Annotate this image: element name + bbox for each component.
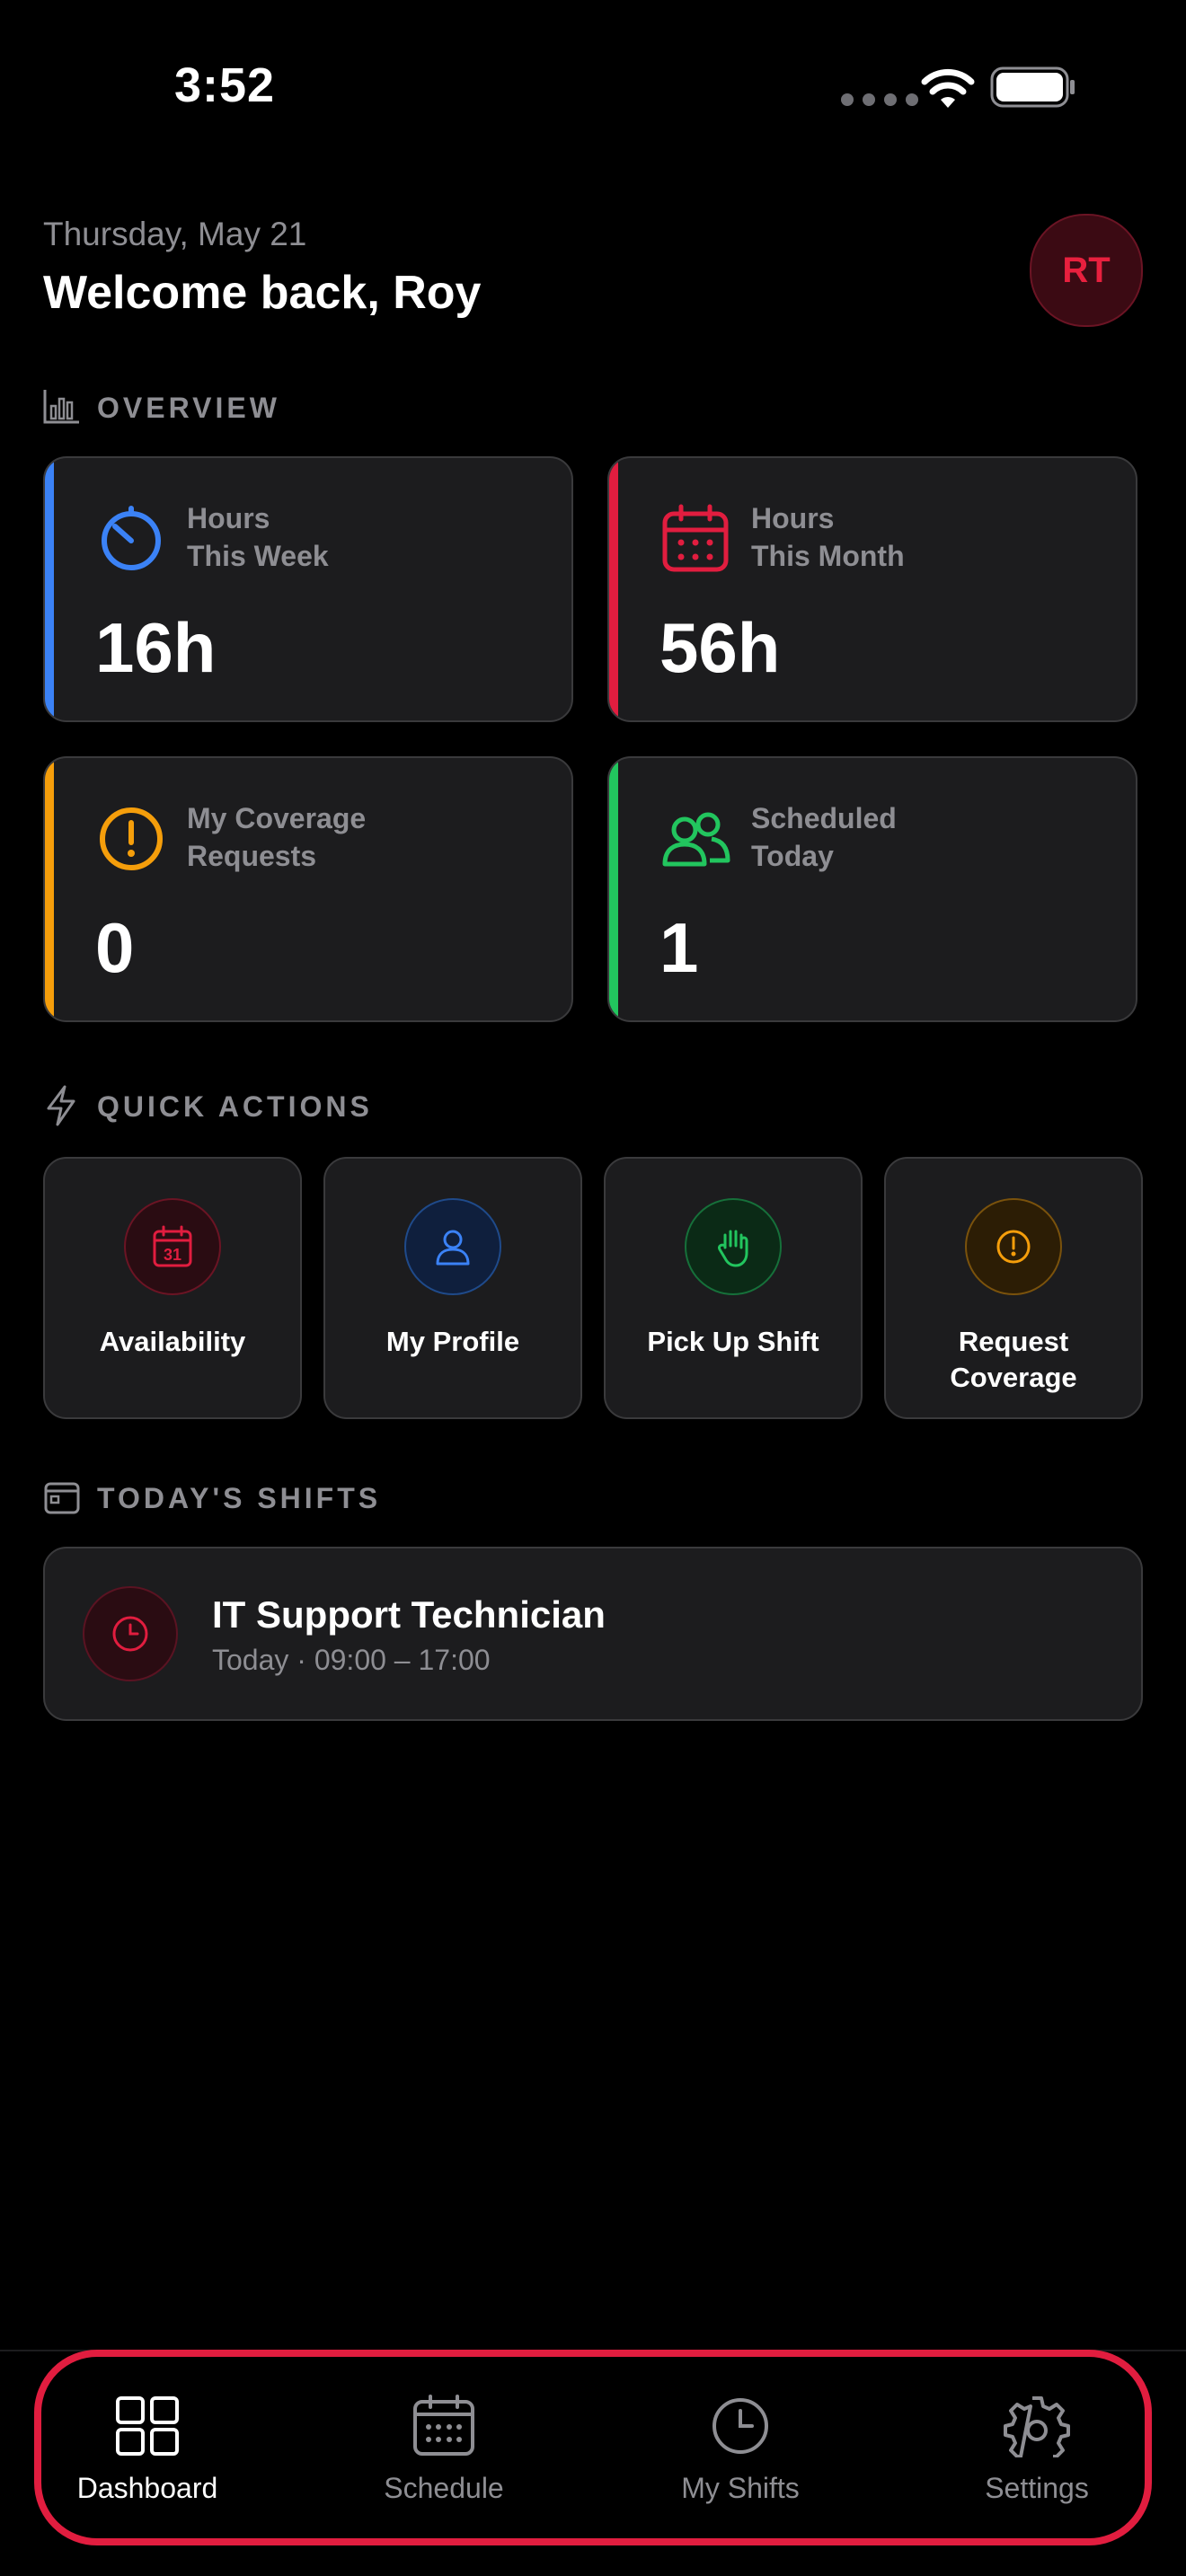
tab-dashboard[interactable]: Dashboard bbox=[31, 2395, 264, 2565]
bar-chart-icon bbox=[43, 390, 79, 424]
current-date: Thursday, May 21 bbox=[43, 216, 307, 252]
stat-value: 0 bbox=[95, 908, 135, 987]
svg-text:31: 31 bbox=[164, 1246, 181, 1264]
stat-card-scheduled-today[interactable]: Scheduled Today 1 bbox=[607, 756, 1137, 1022]
stat-label: Scheduled Today bbox=[751, 802, 897, 872]
stat-label: My Coverage Requests bbox=[187, 802, 367, 872]
shift-time: Today · 09:00 – 17:00 bbox=[212, 1644, 491, 1676]
clock-icon bbox=[712, 2398, 768, 2454]
stat-label: Hours This Week bbox=[187, 502, 329, 572]
tab-label: Dashboard bbox=[76, 2472, 218, 2504]
stat-card-hours-month[interactable]: Hours This Month 56h bbox=[607, 456, 1137, 722]
icon-circle bbox=[404, 1198, 501, 1295]
quick-action-label: My Profile bbox=[385, 1326, 520, 1357]
accent-bar bbox=[45, 758, 54, 1020]
tab-label: Settings bbox=[985, 2472, 1089, 2504]
avatar-initials: RT bbox=[1062, 250, 1111, 290]
icon-circle bbox=[685, 1198, 782, 1295]
tab-label: My Shifts bbox=[681, 2472, 800, 2504]
battery-icon bbox=[990, 66, 1075, 108]
todays-shifts-section-title: TODAY'S SHIFTS bbox=[97, 1482, 382, 1514]
alert-circle-icon bbox=[100, 807, 163, 870]
welcome-title: Welcome back, Roy bbox=[43, 267, 482, 319]
accent-bar bbox=[45, 458, 54, 720]
person-icon bbox=[436, 1230, 470, 1266]
quick-action-label: Request Coverage bbox=[950, 1326, 1077, 1393]
lightning-icon bbox=[47, 1085, 75, 1126]
stopwatch-icon bbox=[102, 506, 161, 570]
wifi-icon bbox=[921, 68, 975, 108]
shift-card[interactable]: IT Support Technician Today · 09:00 – 17… bbox=[43, 1547, 1143, 1721]
my-profile-button[interactable]: My Profile bbox=[323, 1157, 582, 1419]
quick-action-label: Availability bbox=[99, 1326, 246, 1357]
calendar-31-icon: 31 bbox=[153, 1225, 192, 1267]
pick-up-shift-button[interactable]: Pick Up Shift bbox=[604, 1157, 863, 1419]
stat-value: 16h bbox=[95, 608, 217, 687]
shift-clock-badge bbox=[83, 1586, 178, 1681]
tab-my-shifts[interactable]: My Shifts bbox=[624, 2395, 857, 2565]
grid-icon bbox=[116, 2396, 179, 2456]
status-time: 3:52 bbox=[174, 58, 276, 112]
icon-circle bbox=[965, 1198, 1062, 1295]
accent-bar bbox=[609, 458, 618, 720]
quick-action-label: Pick Up Shift bbox=[647, 1326, 819, 1357]
overview-section-title: OVERVIEW bbox=[97, 392, 280, 424]
calendar-icon bbox=[44, 1482, 80, 1514]
request-coverage-button[interactable]: Request Coverage bbox=[884, 1157, 1143, 1419]
users-icon bbox=[662, 812, 730, 867]
tab-schedule[interactable]: Schedule bbox=[327, 2395, 561, 2565]
icon-circle: 31 bbox=[124, 1198, 221, 1295]
gear-icon bbox=[1004, 2396, 1070, 2457]
cellular-signal-icon bbox=[841, 93, 918, 106]
stat-label: Hours This Month bbox=[751, 502, 905, 572]
tab-settings[interactable]: Settings bbox=[920, 2395, 1154, 2565]
accent-bar bbox=[609, 758, 618, 1020]
calendar-icon bbox=[662, 504, 729, 572]
stat-value: 56h bbox=[659, 608, 781, 687]
stat-value: 1 bbox=[659, 908, 699, 987]
quick-actions-section-title: QUICK ACTIONS bbox=[97, 1090, 373, 1123]
hand-icon bbox=[718, 1230, 748, 1267]
shift-title: IT Support Technician bbox=[212, 1593, 606, 1636]
availability-button[interactable]: 31 Availability bbox=[43, 1157, 302, 1419]
stat-card-hours-week[interactable]: Hours This Week 16h bbox=[43, 456, 573, 722]
stat-card-coverage-requests[interactable]: My Coverage Requests 0 bbox=[43, 756, 573, 1022]
alert-circle-icon bbox=[996, 1230, 1031, 1264]
calendar-icon bbox=[413, 2395, 474, 2456]
avatar[interactable]: RT bbox=[1030, 214, 1143, 327]
tab-label: Schedule bbox=[384, 2472, 504, 2504]
clock-icon bbox=[112, 1616, 148, 1652]
